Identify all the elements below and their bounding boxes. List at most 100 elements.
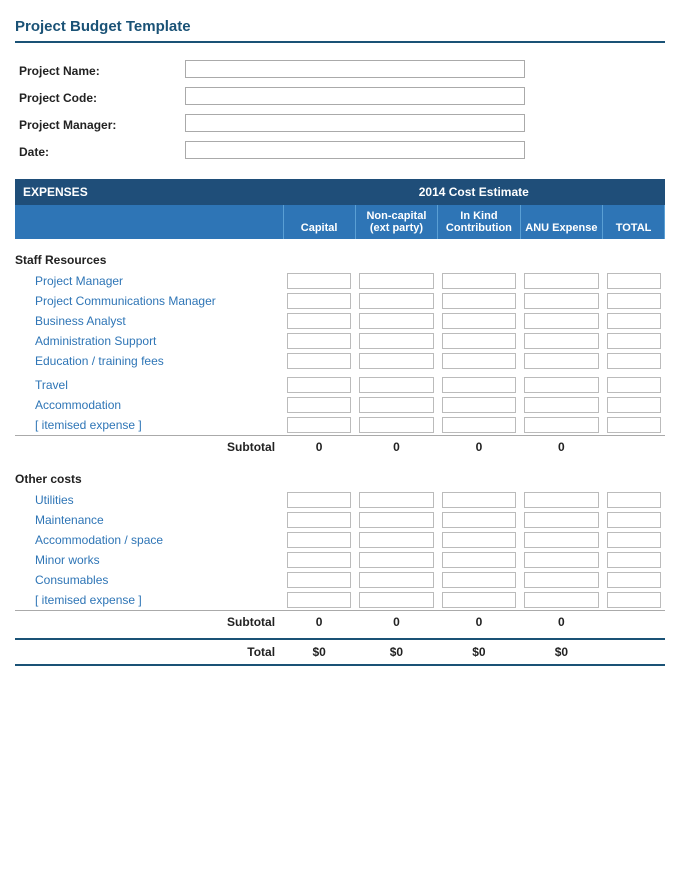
cell-anuexp-staff-resources-0[interactable] — [520, 271, 602, 291]
cell-capital-staff-resources-4[interactable] — [283, 351, 355, 371]
row-label-staff-resources-8: [ itemised expense ] — [15, 415, 283, 436]
cell-inkind-other-costs-4[interactable] — [438, 570, 520, 590]
cell-inkind-other-costs-5[interactable] — [438, 590, 520, 611]
cell-total-other-costs-4[interactable] — [603, 570, 665, 590]
cell-noncapital-staff-resources-8[interactable] — [355, 415, 437, 436]
cell-capital-staff-resources-2[interactable] — [283, 311, 355, 331]
cell-inkind-other-costs-0[interactable] — [438, 490, 520, 510]
cell-inkind-staff-resources-7[interactable] — [438, 395, 520, 415]
cell-capital-staff-resources-8[interactable] — [283, 415, 355, 436]
section-heading-staff-resources: Staff Resources — [15, 245, 665, 271]
col-inkind-header: In KindContribution — [438, 205, 520, 239]
table-row: Education / training fees — [15, 351, 665, 371]
cell-anuexp-staff-resources-6[interactable] — [520, 375, 602, 395]
cell-anuexp-staff-resources-1[interactable] — [520, 291, 602, 311]
cell-noncapital-staff-resources-2[interactable] — [355, 311, 437, 331]
cell-inkind-staff-resources-6[interactable] — [438, 375, 520, 395]
cell-capital-other-costs-4[interactable] — [283, 570, 355, 590]
cell-noncapital-other-costs-3[interactable] — [355, 550, 437, 570]
cell-inkind-staff-resources-8[interactable] — [438, 415, 520, 436]
cell-inkind-other-costs-3[interactable] — [438, 550, 520, 570]
cell-inkind-other-costs-2[interactable] — [438, 530, 520, 550]
project-code-input[interactable] — [185, 87, 525, 105]
section-heading-other-costs: Other costs — [15, 464, 665, 490]
field-input-project-name[interactable] — [181, 57, 665, 84]
cell-inkind-staff-resources-1[interactable] — [438, 291, 520, 311]
cell-noncapital-staff-resources-1[interactable] — [355, 291, 437, 311]
cell-total-staff-resources-8[interactable] — [603, 415, 665, 436]
cell-noncapital-other-costs-4[interactable] — [355, 570, 437, 590]
field-input-project-date[interactable] — [181, 138, 665, 165]
cell-anuexp-staff-resources-4[interactable] — [520, 351, 602, 371]
cell-noncapital-other-costs-0[interactable] — [355, 490, 437, 510]
cell-total-other-costs-5[interactable] — [603, 590, 665, 611]
project-date-input[interactable] — [185, 141, 525, 159]
cell-anuexp-other-costs-3[interactable] — [520, 550, 602, 570]
cell-noncapital-other-costs-1[interactable] — [355, 510, 437, 530]
subtotal-capital-staff-resources: 0 — [283, 436, 355, 459]
cell-total-staff-resources-1[interactable] — [603, 291, 665, 311]
row-label-staff-resources-6: Travel — [15, 375, 283, 395]
cell-noncapital-other-costs-5[interactable] — [355, 590, 437, 611]
cell-capital-staff-resources-3[interactable] — [283, 331, 355, 351]
cell-noncapital-staff-resources-7[interactable] — [355, 395, 437, 415]
subtotal-anuexp-staff-resources: 0 — [520, 436, 602, 459]
cell-inkind-staff-resources-0[interactable] — [438, 271, 520, 291]
cell-noncapital-other-costs-2[interactable] — [355, 530, 437, 550]
cell-inkind-staff-resources-4[interactable] — [438, 351, 520, 371]
cell-total-staff-resources-0[interactable] — [603, 271, 665, 291]
total-inkind: $0 — [438, 639, 520, 665]
cell-capital-other-costs-2[interactable] — [283, 530, 355, 550]
project-name-input[interactable] — [185, 60, 525, 78]
table-row: [ itemised expense ] — [15, 415, 665, 436]
project-info-table: Project Name: Project Code: Project Mana… — [15, 57, 665, 165]
budget-table: EXPENSES 2014 Cost Estimate Capital Non-… — [15, 179, 665, 666]
cell-capital-staff-resources-0[interactable] — [283, 271, 355, 291]
cell-inkind-staff-resources-3[interactable] — [438, 331, 520, 351]
cell-capital-other-costs-1[interactable] — [283, 510, 355, 530]
cell-total-staff-resources-6[interactable] — [603, 375, 665, 395]
table-row: Consumables — [15, 570, 665, 590]
total-total — [603, 639, 665, 665]
cell-noncapital-staff-resources-4[interactable] — [355, 351, 437, 371]
cell-total-other-costs-2[interactable] — [603, 530, 665, 550]
cell-total-staff-resources-4[interactable] — [603, 351, 665, 371]
cell-anuexp-other-costs-1[interactable] — [520, 510, 602, 530]
project-field-row-project-code: Project Code: — [15, 84, 665, 111]
row-label-staff-resources-1: Project Communications Manager — [15, 291, 283, 311]
cell-inkind-other-costs-1[interactable] — [438, 510, 520, 530]
cell-total-staff-resources-2[interactable] — [603, 311, 665, 331]
cell-inkind-staff-resources-2[interactable] — [438, 311, 520, 331]
cell-capital-other-costs-3[interactable] — [283, 550, 355, 570]
field-input-project-manager[interactable] — [181, 111, 665, 138]
cell-total-staff-resources-3[interactable] — [603, 331, 665, 351]
cell-total-other-costs-3[interactable] — [603, 550, 665, 570]
cell-capital-other-costs-5[interactable] — [283, 590, 355, 611]
cell-capital-staff-resources-6[interactable] — [283, 375, 355, 395]
field-label-project-name: Project Name: — [15, 57, 181, 84]
cell-noncapital-staff-resources-6[interactable] — [355, 375, 437, 395]
cell-anuexp-staff-resources-3[interactable] — [520, 331, 602, 351]
cell-anuexp-staff-resources-7[interactable] — [520, 395, 602, 415]
cell-noncapital-staff-resources-3[interactable] — [355, 331, 437, 351]
field-input-project-code[interactable] — [181, 84, 665, 111]
cell-capital-staff-resources-1[interactable] — [283, 291, 355, 311]
cell-noncapital-staff-resources-0[interactable] — [355, 271, 437, 291]
cell-anuexp-other-costs-0[interactable] — [520, 490, 602, 510]
cell-anuexp-other-costs-5[interactable] — [520, 590, 602, 611]
cell-anuexp-other-costs-4[interactable] — [520, 570, 602, 590]
cell-total-other-costs-1[interactable] — [603, 510, 665, 530]
cell-anuexp-staff-resources-8[interactable] — [520, 415, 602, 436]
cell-anuexp-other-costs-2[interactable] — [520, 530, 602, 550]
subtotal-noncapital-other-costs: 0 — [355, 611, 437, 634]
subtotal-inkind-other-costs: 0 — [438, 611, 520, 634]
table-row: Accommodation / space — [15, 530, 665, 550]
project-manager-input[interactable] — [185, 114, 525, 132]
row-label-other-costs-0: Utilities — [15, 490, 283, 510]
cell-total-staff-resources-7[interactable] — [603, 395, 665, 415]
cell-capital-other-costs-0[interactable] — [283, 490, 355, 510]
cell-total-other-costs-0[interactable] — [603, 490, 665, 510]
cell-capital-staff-resources-7[interactable] — [283, 395, 355, 415]
cell-anuexp-staff-resources-2[interactable] — [520, 311, 602, 331]
field-label-project-date: Date: — [15, 138, 181, 165]
